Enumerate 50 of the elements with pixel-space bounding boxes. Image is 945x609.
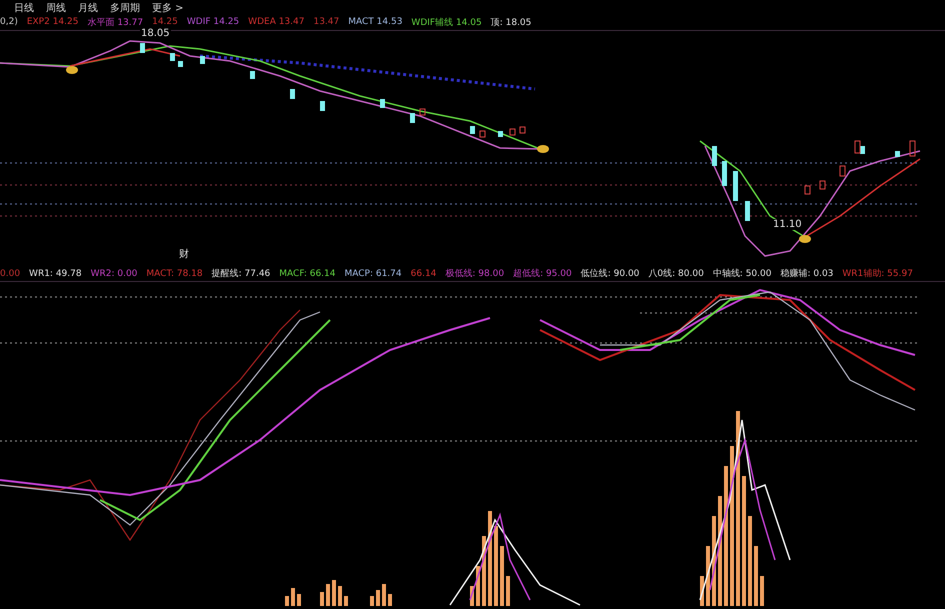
period-tab[interactable]: 多周期	[110, 1, 140, 15]
candlestick	[745, 200, 750, 220]
candlestick	[320, 100, 325, 110]
legend-value: 提醒线: 77.46	[212, 268, 270, 280]
legend-value: MACP: 61.74	[344, 268, 402, 279]
candlestick	[140, 42, 145, 52]
legend-value: WR1: 49.78	[29, 268, 82, 279]
legend-value: 顶: 18.05	[490, 16, 532, 29]
period-tab[interactable]: 更多 >	[152, 1, 184, 15]
signal-dot	[66, 66, 78, 74]
period-tab[interactable]: 日线	[14, 1, 34, 15]
period-tab[interactable]: 月线	[78, 1, 98, 15]
legend-value: 极低线: 98.00	[445, 268, 504, 280]
legend-value: 14.25	[152, 17, 178, 28]
legend-value: WDIF 14.25	[186, 17, 240, 28]
legend-value: 八0线: 80.00	[648, 268, 704, 280]
legend-value: 稳赚辅: 0.03	[780, 268, 834, 280]
signal-dot	[537, 144, 549, 152]
legend-value: MACF: 66.14	[279, 268, 336, 279]
candlestick	[290, 88, 295, 98]
legend-value: MACT 14.53	[348, 17, 402, 28]
candlestick	[910, 140, 916, 156]
legend-value: 0.00	[0, 268, 20, 279]
legend-value: MACT: 78.18	[146, 268, 203, 279]
candlestick	[250, 70, 255, 78]
legend-value: WR2: 0.00	[90, 268, 138, 279]
legend-value: 低位线: 90.00	[580, 268, 640, 280]
legend-value: WDEA 13.47	[248, 17, 304, 28]
legend-value: 超低线: 95.00	[513, 268, 572, 280]
legend-value: WDIF辅线 14.05	[411, 16, 482, 29]
trough-price-label: 11.10	[772, 218, 803, 230]
candlestick	[895, 150, 900, 156]
legend-value: WR1辅助: 55.97	[842, 268, 913, 280]
candlestick	[380, 98, 385, 108]
candlestick	[840, 165, 846, 176]
candlestick	[712, 146, 717, 166]
candlestick	[498, 130, 503, 136]
candlestick	[733, 170, 738, 200]
legend-value: 中轴线: 50.00	[712, 268, 772, 280]
legend-value: EXP2 14.25	[26, 17, 78, 28]
legend-value: 66.14	[410, 268, 436, 279]
peak-price-label: 18.05	[140, 28, 171, 38]
legend-value: 水平面 13.77	[87, 16, 144, 28]
legend-value: 13.47	[313, 17, 340, 28]
period-tab[interactable]: 周线	[46, 1, 66, 15]
candlestick	[722, 160, 727, 186]
chart-marker: 财	[178, 246, 190, 260]
signal-dot	[799, 234, 811, 242]
candlestick	[200, 56, 205, 64]
legend-value: 0,2)	[0, 17, 18, 28]
